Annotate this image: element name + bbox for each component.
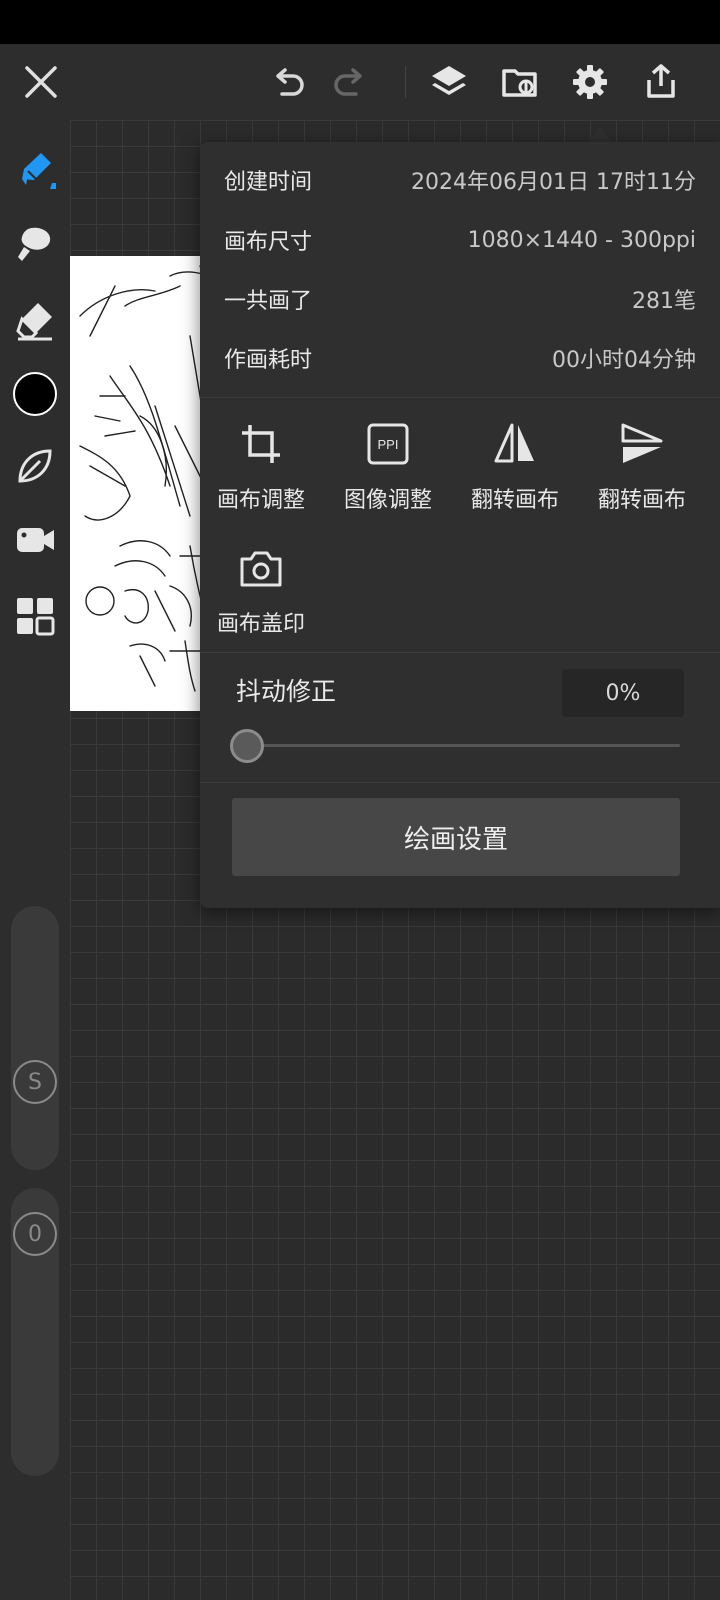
tile-label: 图像调整 (343, 488, 432, 513)
tile-label: 画布盖印 (216, 612, 305, 637)
canvas-adjust-button[interactable]: 画布调整 (196, 412, 326, 522)
gear-icon[interactable] (562, 54, 618, 110)
info-label: 画布尺寸 (224, 230, 313, 255)
divider (200, 782, 720, 783)
info-row-canvas-size: 画布尺寸 1080×1440 - 300ppi (224, 220, 696, 260)
flip-horizontal-icon (491, 420, 539, 468)
panel-pointer (588, 128, 612, 142)
close-icon[interactable] (13, 54, 69, 110)
crop-icon (237, 420, 285, 468)
top-toolbar (0, 44, 720, 120)
settings-panel: 创建时间 2024年06月01日 17时11分 画布尺寸 1080×1440 -… (200, 142, 720, 908)
status-bar (0, 0, 720, 44)
info-label: 一共画了 (224, 289, 313, 314)
brush-size-slider[interactable] (11, 906, 59, 1170)
leaf-icon[interactable] (11, 442, 59, 490)
stabilizer-slider-thumb[interactable] (230, 729, 264, 763)
info-value: 00小时04分钟 (552, 348, 696, 373)
drawing-app: S 0 创建时间 2024年06月01日 17时11分 画布尺寸 1080×14… (0, 0, 720, 1600)
share-icon[interactable] (633, 54, 689, 110)
tile-label: 画布调整 (216, 488, 305, 513)
info-label: 创建时间 (224, 170, 313, 195)
flip-horizontal-button[interactable]: 翻转画布 (450, 412, 580, 522)
stabilizer-label: 抖动修正 (236, 677, 337, 706)
color-swatch[interactable] (13, 372, 57, 416)
video-icon[interactable] (11, 516, 59, 564)
camera-icon (237, 544, 285, 592)
info-value: 2024年06月01日 17时11分 (411, 170, 696, 195)
paint-settings-button[interactable]: 绘画设置 (232, 798, 680, 876)
redo-icon[interactable] (322, 54, 378, 110)
divider (200, 397, 720, 398)
import-image-icon[interactable] (492, 54, 548, 110)
stabilizer-value-field[interactable]: 0% (562, 669, 684, 717)
info-label: 作画耗时 (224, 348, 313, 373)
info-row-created: 创建时间 2024年06月01日 17时11分 (224, 160, 696, 200)
ppi-icon-text: PPI (378, 437, 399, 452)
tile-label: 翻转画布 (597, 488, 686, 513)
toolbar-divider (405, 66, 406, 98)
undo-icon[interactable] (260, 54, 316, 110)
info-row-strokes: 一共画了 281笔 (224, 279, 696, 319)
size-badge: S (13, 1060, 57, 1104)
image-adjust-button[interactable]: PPI 图像调整 (323, 412, 453, 522)
stabilizer-slider-track[interactable] (244, 744, 680, 747)
tile-label: 翻转画布 (470, 488, 559, 513)
info-value: 281笔 (632, 289, 696, 314)
info-value: 1080×1440 - 300ppi (467, 227, 696, 253)
info-row-duration: 作画耗时 00小时04分钟 (224, 338, 696, 378)
opacity-badge: 0 (13, 1212, 57, 1256)
grid-icon[interactable] (11, 592, 59, 640)
divider (200, 652, 720, 653)
canvas-stamp-button[interactable]: 画布盖印 (196, 536, 326, 646)
pen-icon[interactable] (11, 146, 59, 194)
smudge-icon[interactable] (11, 220, 59, 268)
layers-icon[interactable] (421, 54, 477, 110)
flip-vertical-icon (618, 420, 666, 468)
flip-vertical-button[interactable]: 翻转画布 (577, 412, 707, 522)
left-toolbar: S 0 (0, 120, 70, 1600)
eraser-icon[interactable] (11, 296, 59, 344)
ppi-icon: PPI (364, 420, 412, 468)
